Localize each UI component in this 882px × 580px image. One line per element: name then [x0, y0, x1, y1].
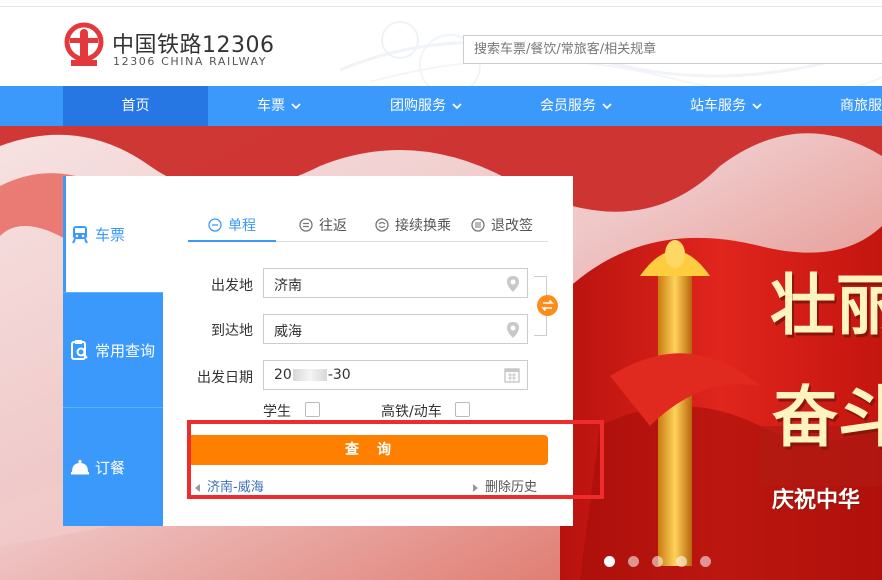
carousel-dot[interactable]: [700, 556, 711, 567]
banner-slogan-line2: 奋斗: [772, 378, 882, 456]
main-nav: 首页 车票 团购服务 会员服务 站车服务 商旅服: [0, 86, 882, 126]
active-tab-indicator: [188, 240, 276, 242]
sidebar-item-common-query[interactable]: 常用查询: [63, 292, 163, 407]
nav-item-label: 会员服务: [540, 98, 596, 114]
student-label: 学生: [263, 404, 291, 420]
carousel-dot[interactable]: [604, 556, 615, 567]
site-header: 中国铁路12306 12306 CHINA RAILWAY: [0, 0, 882, 86]
nav-item-group-buying[interactable]: 团购服务: [390, 86, 462, 126]
list-circle-icon: [471, 218, 485, 232]
tab-round-trip[interactable]: 往返: [299, 215, 347, 235]
top-divider: [0, 6, 882, 7]
nav-item-label: 团购服务: [390, 98, 446, 114]
sidebar-item-meal[interactable]: 订餐: [63, 407, 163, 526]
date-value-suffix: -30: [327, 367, 351, 383]
nav-item-home[interactable]: 首页: [63, 86, 208, 126]
tab-label: 单程: [228, 218, 256, 234]
site-search-input[interactable]: [463, 35, 882, 64]
swap-arrows-icon: [541, 299, 554, 312]
chevron-down-icon: [752, 103, 762, 110]
from-station-field[interactable]: 济南: [263, 268, 528, 298]
sidebar-item-tickets[interactable]: 车票: [63, 176, 163, 292]
from-station-value: 济南: [274, 278, 302, 294]
chevron-down-icon: [452, 103, 462, 110]
carousel-dots: [604, 552, 724, 571]
carousel-dot[interactable]: [628, 556, 639, 567]
nav-item-business-travel[interactable]: 商旅服: [840, 86, 882, 126]
nav-item-label: 车票: [257, 98, 285, 114]
departure-date-field[interactable]: 20 -30: [263, 360, 528, 390]
tab-label: 往返: [319, 218, 347, 234]
clipboard-search-icon: [71, 340, 88, 360]
banner-slogan-line1: 壮丽: [770, 266, 882, 344]
logo-subtitle: 12306 CHINA RAILWAY: [113, 55, 268, 68]
banner-slogan-line3: 庆祝中华: [772, 487, 861, 513]
service-sidebar: 车票 常用查询 订餐: [63, 176, 163, 526]
high-speed-checkbox[interactable]: [455, 402, 470, 417]
to-station-field[interactable]: 威海: [263, 314, 528, 344]
date-value-prefix: 20: [274, 367, 292, 383]
carousel-dot[interactable]: [652, 556, 663, 567]
student-checkbox[interactable]: [305, 402, 320, 417]
transfer-circle-icon: [375, 218, 389, 232]
nav-item-label: 商旅服: [840, 98, 882, 114]
arrow-circle-icon: [208, 218, 222, 232]
page: 中国铁路12306 12306 CHINA RAILWAY 首页 车票 团购服务…: [0, 0, 882, 580]
nav-item-label: 站车服务: [690, 98, 746, 114]
carousel-dot[interactable]: [676, 556, 687, 567]
nav-item-station-service[interactable]: 站车服务: [690, 86, 762, 126]
departure-date-value: 20 -30: [274, 367, 351, 383]
location-pin-icon: [507, 276, 519, 292]
logo-icon[interactable]: [62, 22, 106, 70]
from-label: 出发地: [211, 278, 253, 294]
high-speed-label: 高铁/动车: [381, 404, 442, 420]
swap-stations-button[interactable]: [537, 295, 558, 316]
sidebar-item-label: 车票: [95, 225, 126, 244]
sidebar-item-label: 订餐: [95, 458, 126, 477]
sidebar-item-label: 常用查询: [95, 341, 156, 360]
date-redaction: [292, 369, 327, 381]
chevron-down-icon: [602, 103, 612, 110]
train-icon: [72, 226, 88, 244]
date-label: 出发日期: [197, 370, 253, 386]
tab-label: 接续换乘: [395, 218, 451, 234]
calendar-icon: [504, 368, 520, 383]
equals-circle-icon: [299, 218, 313, 232]
chevron-down-icon: [291, 103, 301, 110]
tab-refund-change[interactable]: 退改签: [471, 215, 533, 235]
nav-item-tickets[interactable]: 车票: [257, 86, 301, 126]
location-pin-icon: [507, 322, 519, 338]
tab-label: 退改签: [491, 218, 533, 234]
tab-one-way[interactable]: 单程: [208, 215, 256, 235]
highlight-box: [187, 420, 604, 499]
nav-item-member[interactable]: 会员服务: [540, 86, 612, 126]
food-bell-icon: [71, 459, 89, 475]
nav-item-label: 首页: [121, 98, 150, 114]
to-label: 到达地: [211, 323, 253, 339]
trip-type-tabs: 单程 往返 接续换乘 退改签: [188, 212, 548, 242]
tab-transfer[interactable]: 接续换乘: [375, 215, 451, 235]
to-station-value: 威海: [274, 324, 302, 340]
